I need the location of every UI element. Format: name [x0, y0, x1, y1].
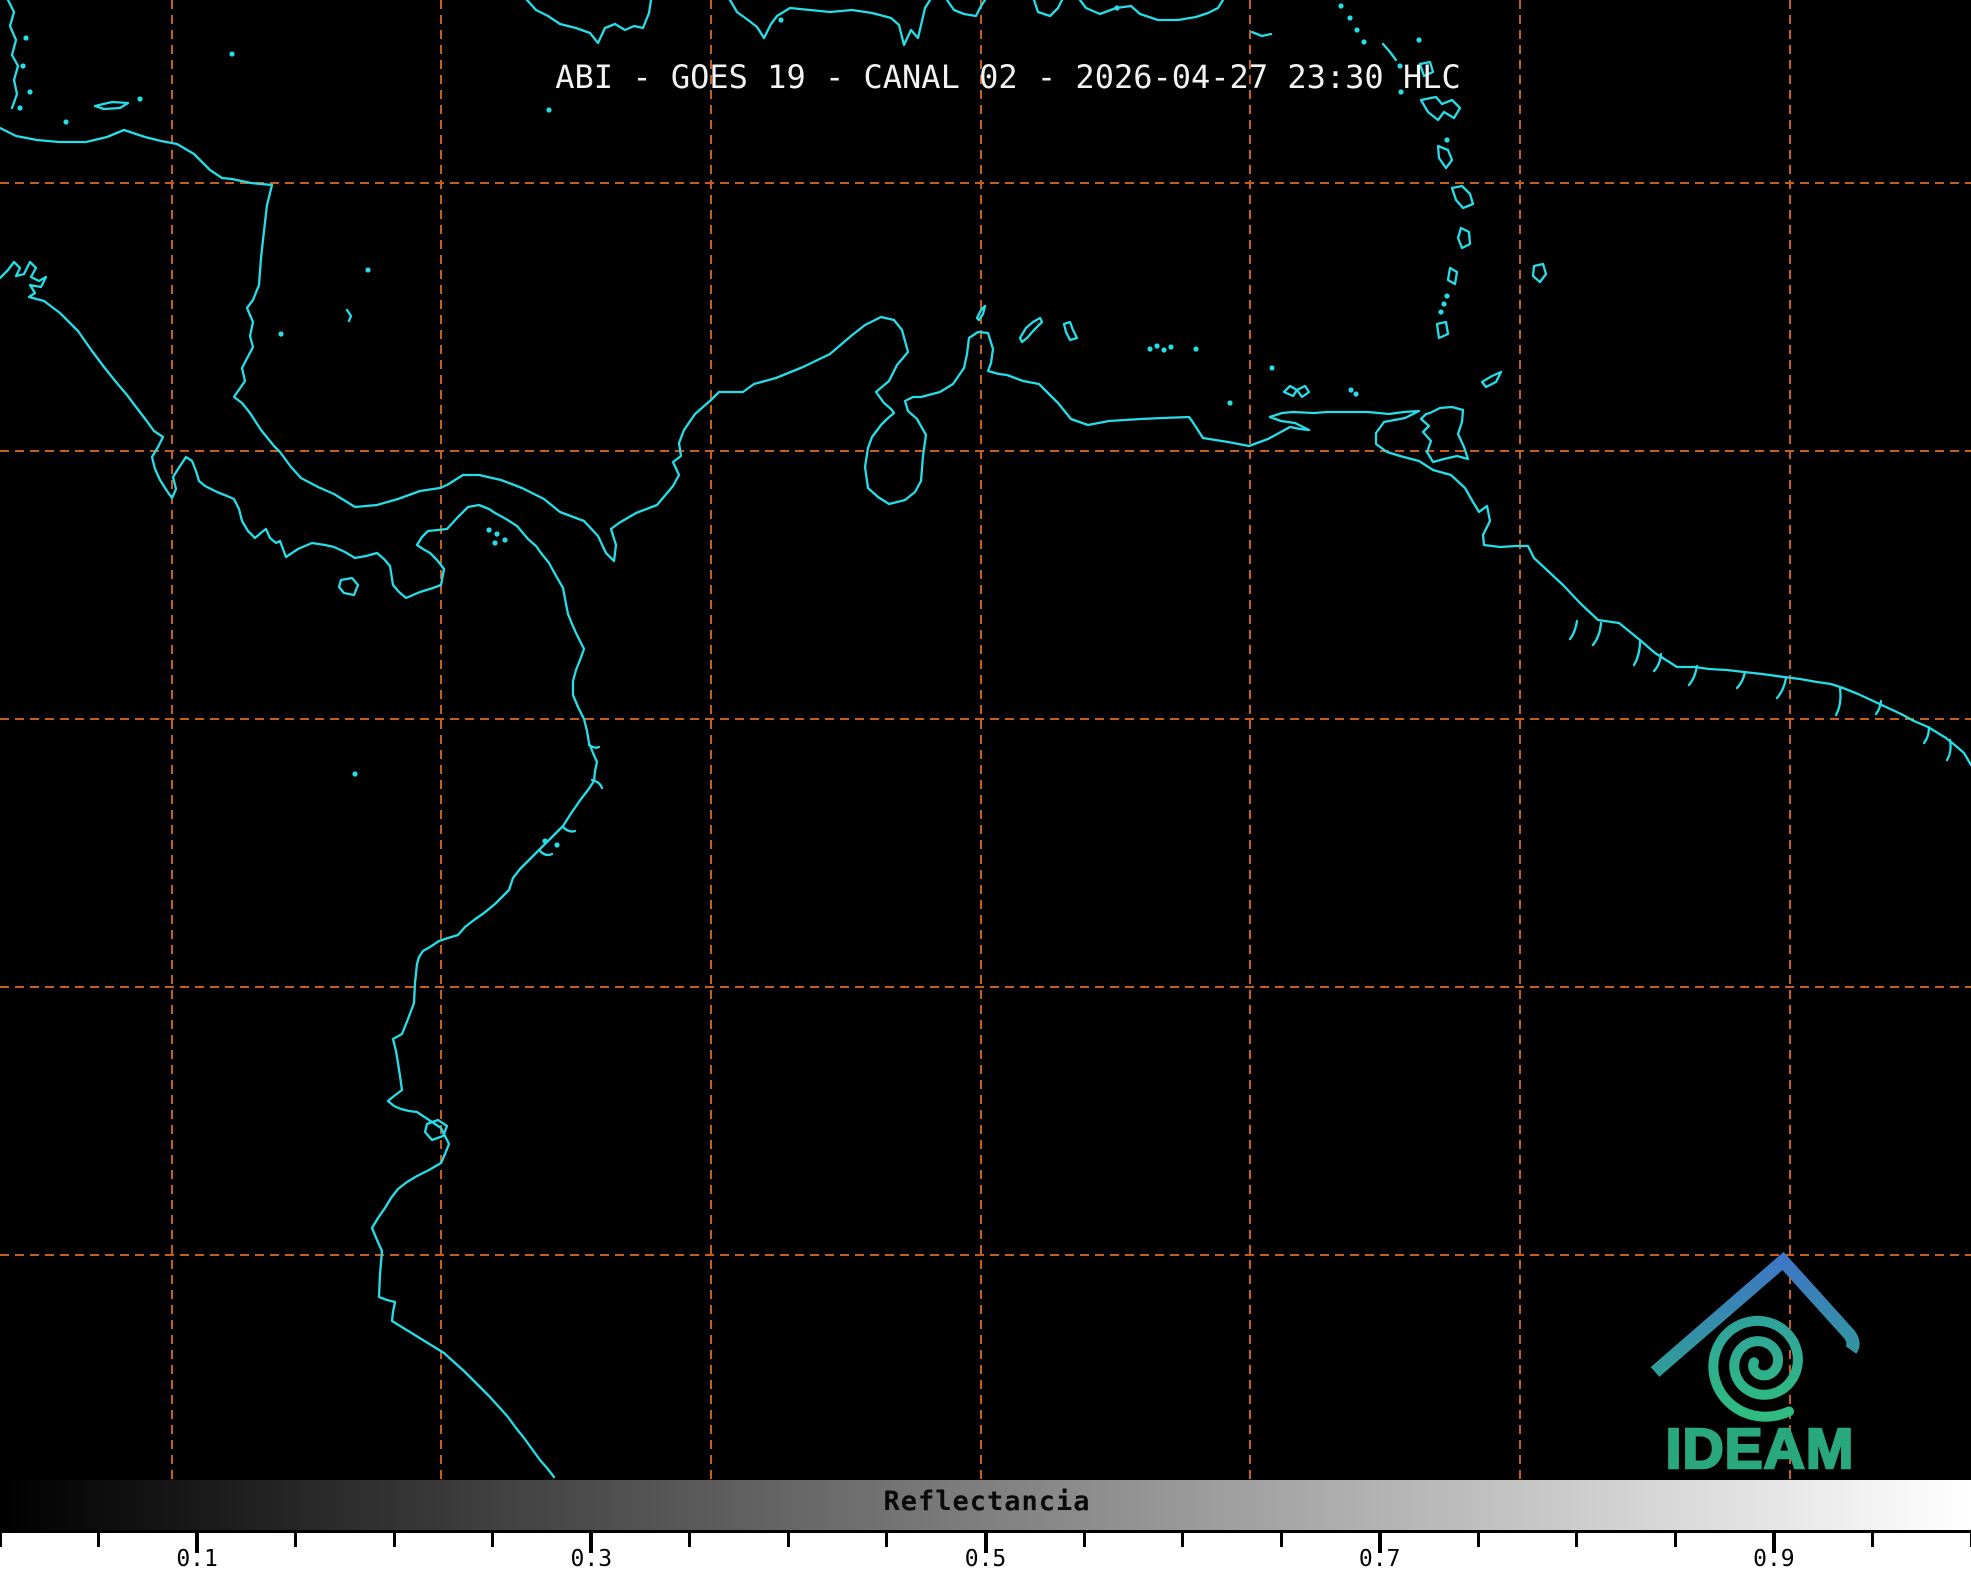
islet-dot [1438, 309, 1443, 314]
islet-dot [486, 527, 491, 532]
colorbar-tick-label: 0.1 [176, 1545, 218, 1575]
colorbar-tick-label: 0.5 [965, 1545, 1007, 1575]
islet-dot [17, 105, 22, 110]
islet-dot [1227, 400, 1232, 405]
islet-dot [1354, 27, 1359, 32]
islet-dot [1353, 391, 1358, 396]
colorbar-tick-label: 0.3 [571, 1545, 613, 1575]
islet-dot [229, 51, 234, 56]
map-background [0, 0, 1971, 1480]
colorbar-minor-tick [1477, 1533, 1480, 1547]
islet-dot [778, 17, 783, 22]
colorbar-label: Reflectancia [883, 1486, 1090, 1517]
colorbar-minor-tick [1674, 1533, 1677, 1547]
islet-dot [1444, 293, 1449, 298]
islet-dot [1154, 343, 1159, 348]
colorbar-minor-tick [294, 1533, 297, 1547]
colorbar-minor-tick [393, 1533, 396, 1547]
islet-dot [546, 107, 551, 112]
logo-wordmark: IDEAM [1666, 1417, 1855, 1480]
islet-dot [1193, 346, 1198, 351]
islet-dot [27, 89, 32, 94]
colorbar-minor-tick [1871, 1533, 1874, 1547]
islet-dot [1347, 15, 1352, 20]
islet-dot [63, 119, 68, 124]
colorbar-tick-label: 0.7 [1359, 1545, 1401, 1575]
colorbar-minor-tick [1181, 1533, 1184, 1547]
colorbar-minor-tick [885, 1533, 888, 1547]
islet-dot [352, 771, 357, 776]
colorbar-axis-strip: 0.1 0.3 0.5 0.7 0.9 [0, 1533, 1971, 1577]
colorbar-minor-tick [787, 1533, 790, 1547]
islet-dot [1168, 344, 1173, 349]
colorbar-minor-tick [1083, 1533, 1086, 1547]
islet-dot [1444, 137, 1449, 142]
colorbar-minor-tick [0, 1533, 2, 1547]
islet-dot [542, 838, 547, 843]
colorbar-minor-tick [1280, 1533, 1283, 1547]
islet-dot [1338, 3, 1343, 8]
islet-dot [1441, 301, 1446, 306]
product-title: ABI - GOES 19 - CANAL 02 - 2026-04-27 23… [555, 58, 1460, 96]
islet-dot [278, 331, 283, 336]
colorbar-minor-tick [688, 1533, 691, 1547]
islet-dot [494, 531, 499, 536]
colorbar-tick-label: 0.9 [1753, 1545, 1795, 1575]
colorbar-minor-tick [491, 1533, 494, 1547]
islet-dot [20, 63, 25, 68]
islet-dot [1147, 346, 1152, 351]
colorbar-minor-tick [97, 1533, 100, 1547]
satellite-map: IDEAM [0, 0, 1971, 1480]
satellite-product-frame: IDEAM ABI - GOES 19 - CANAL 02 - 2026-04… [0, 0, 1971, 1577]
islet-dot [1269, 365, 1274, 370]
islet-dot [554, 842, 559, 847]
colorbar-minor-tick [1575, 1533, 1578, 1547]
islet-dot [23, 35, 28, 40]
islet-dot [1361, 39, 1366, 44]
islet-dot [1114, 5, 1119, 10]
islet-dot [1161, 347, 1166, 352]
islet-dot [1416, 37, 1421, 42]
islet-dot [1348, 387, 1353, 392]
islet-dot [365, 267, 370, 272]
islet-dot [502, 537, 507, 542]
islet-dot [492, 540, 497, 545]
islet-dot [137, 96, 142, 101]
